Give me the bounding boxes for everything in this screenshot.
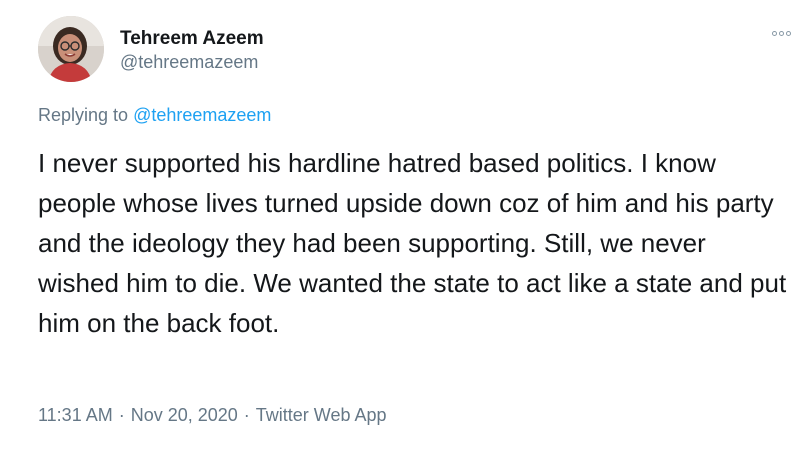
dot-icon: [778, 30, 784, 36]
avatar[interactable]: [38, 16, 104, 82]
tweet-card: Tehreem Azeem @tehreemazeem Replying to …: [0, 0, 800, 450]
dot-icon: [771, 30, 777, 36]
author-handle[interactable]: @tehreemazeem: [120, 52, 258, 73]
more-options-icon[interactable]: [766, 26, 796, 40]
replying-to-label: Replying to: [38, 105, 134, 125]
meta-separator: ·: [118, 405, 125, 425]
meta-separator: ·: [243, 405, 250, 425]
tweet-text: I never supported his hardline hatred ba…: [38, 148, 787, 338]
tweet-date[interactable]: Nov 20, 2020: [131, 405, 238, 425]
dot-icon: [785, 30, 791, 36]
tweet-meta: 11:31 AM · Nov 20, 2020 · Twitter Web App: [38, 405, 387, 426]
tweet-time[interactable]: 11:31 AM: [38, 405, 113, 425]
replying-to-handle-link[interactable]: @tehreemazeem: [133, 105, 271, 125]
tweet-source[interactable]: Twitter Web App: [256, 405, 387, 425]
author-name[interactable]: Tehreem Azeem: [120, 28, 264, 50]
replying-to: Replying to @tehreemazeem: [38, 105, 271, 126]
